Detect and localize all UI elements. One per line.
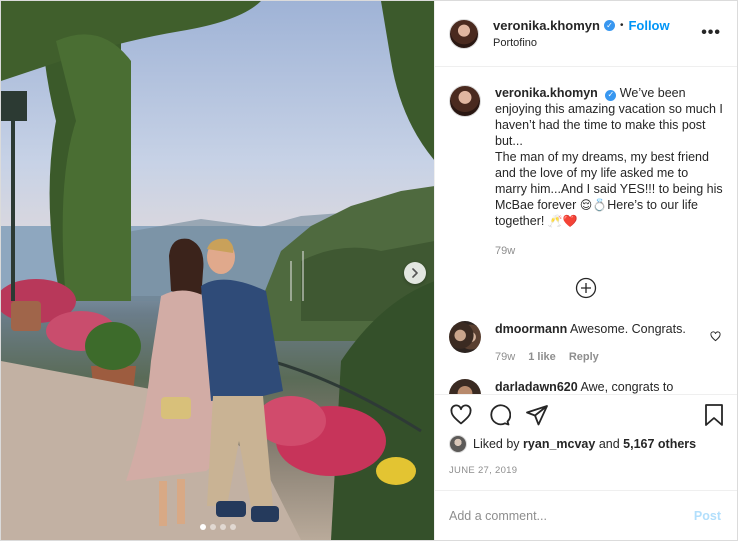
comment-text: Awesome. Congrats. — [570, 322, 686, 336]
heart-icon[interactable] — [710, 329, 721, 347]
verified-badge-icon: ✓ — [603, 20, 615, 31]
likes-summary: Liked by ryan_mcvay and 5,167 others — [449, 435, 725, 453]
author-info: veronika.khomyn ✓ • Follow Portofino — [493, 18, 670, 49]
chevron-right-icon — [410, 268, 420, 278]
comments-section[interactable]: veronika.khomyn ✓ We’ve been enjoying th… — [435, 67, 737, 394]
verified-badge-icon: ✓ — [605, 89, 617, 101]
comment-time[interactable]: 79w — [495, 351, 515, 363]
liker-username[interactable]: ryan_mcvay — [523, 437, 595, 451]
add-comment-bar: Post — [435, 490, 737, 540]
post-header: veronika.khomyn ✓ • Follow Portofino ••• — [435, 1, 737, 67]
likes-others-count[interactable]: 5,167 others — [623, 437, 696, 451]
caption-emoji-1: 😌💍 — [579, 198, 608, 212]
post-modal: veronika.khomyn ✓ • Follow Portofino •••… — [0, 0, 738, 541]
carousel-next-button[interactable] — [404, 262, 426, 284]
comment-item: dmoormann Awesome. Congrats. 79w 1 like … — [449, 321, 723, 365]
comment-likes[interactable]: 1 like — [528, 351, 556, 363]
comment-text: Awe, congrats to — [580, 380, 674, 394]
likes-prefix: Liked by — [473, 437, 520, 451]
carousel-indicator — [1, 524, 434, 530]
comment-avatar[interactable] — [449, 379, 481, 394]
comment-item: darladawn620 Awe, congrats to — [449, 379, 723, 394]
plus-circle-icon — [575, 277, 597, 299]
carousel-dot — [199, 524, 206, 530]
liker-avatar[interactable] — [449, 435, 467, 453]
caption-avatar[interactable] — [449, 85, 481, 117]
comment-username[interactable]: dmoormann — [495, 322, 567, 336]
post-comment-button[interactable]: Post — [694, 509, 721, 523]
post-image[interactable] — [1, 1, 434, 540]
separator-dot: • — [619, 20, 624, 31]
comment-input[interactable] — [449, 508, 694, 523]
comment-meta: 79w 1 like Reply — [495, 349, 686, 365]
comment-username[interactable]: darladawn620 — [495, 380, 578, 394]
bookmark-icon[interactable] — [703, 403, 725, 427]
heart-icon[interactable] — [449, 403, 473, 427]
more-options-icon[interactable]: ••• — [701, 25, 721, 41]
carousel-dot — [229, 524, 236, 530]
caption-emoji-2: 🥂❤️ — [547, 214, 578, 228]
post-date[interactable]: JUNE 27, 2019 — [449, 465, 725, 476]
likes-conjunction: and — [598, 437, 620, 451]
load-more-comments-button[interactable] — [449, 277, 723, 299]
photo-scene — [1, 1, 434, 540]
comment-reply-button[interactable]: Reply — [569, 351, 599, 363]
caption-timestamp[interactable]: 79w — [495, 243, 723, 259]
caption: veronika.khomyn ✓ We’ve been enjoying th… — [449, 85, 723, 259]
caption-username[interactable]: veronika.khomyn — [495, 86, 598, 100]
author-username[interactable]: veronika.khomyn — [493, 18, 600, 33]
comment-icon[interactable] — [487, 403, 511, 427]
carousel-dot — [219, 524, 226, 530]
carousel-dot — [209, 524, 216, 530]
author-avatar[interactable] — [449, 18, 479, 49]
comment-avatar[interactable] — [449, 321, 481, 353]
post-sidebar: veronika.khomyn ✓ • Follow Portofino •••… — [434, 1, 737, 540]
post-location[interactable]: Portofino — [493, 37, 670, 49]
follow-button[interactable]: Follow — [628, 18, 669, 33]
post-actions: Liked by ryan_mcvay and 5,167 others JUN… — [435, 394, 737, 490]
caption-text: veronika.khomyn ✓ We’ve been enjoying th… — [495, 85, 723, 259]
paper-plane-icon[interactable] — [525, 403, 549, 427]
